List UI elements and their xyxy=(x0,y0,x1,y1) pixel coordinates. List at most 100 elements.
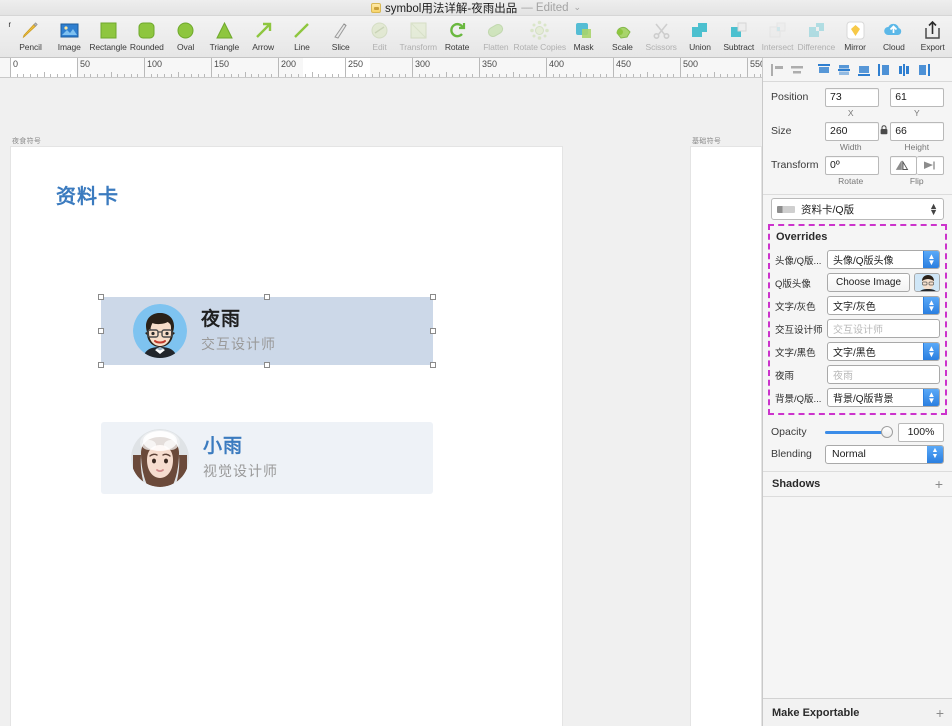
override-row: Q版头像 Choose Image xyxy=(773,271,942,294)
artboard-1[interactable]: 资料卡 夜雨 交互设计师 小雨 视觉设计师 xyxy=(10,146,563,726)
align-button-align-center-horizontal xyxy=(787,61,806,79)
popup-arrows-icon[interactable]: ▲ ▼ xyxy=(923,251,939,268)
popup-arrows-icon[interactable]: ▲ ▼ xyxy=(923,343,939,360)
position-y-input[interactable]: 61 xyxy=(890,87,944,107)
selection-handle-tc[interactable] xyxy=(264,294,270,300)
toolbar-button-image[interactable]: Image xyxy=(50,16,89,58)
toolbar-button-cloud[interactable]: Cloud xyxy=(874,16,913,58)
override-text-input[interactable]: 交互设计师 xyxy=(827,319,940,338)
make-exportable-row[interactable]: Make Exportable + xyxy=(763,698,952,726)
ruler-label: 0 xyxy=(13,59,19,69)
size-row: Size 260 66 xyxy=(763,120,952,142)
ruler-minor-tick xyxy=(298,74,300,77)
chevron-down-icon[interactable]: ⌄ xyxy=(574,2,582,13)
symbol-selector[interactable]: 资料卡/Q版 ▲ ▼ xyxy=(771,198,944,220)
opacity-slider[interactable] xyxy=(825,425,893,438)
align-button-distribute-center[interactable] xyxy=(894,61,913,79)
lock-icon[interactable] xyxy=(879,125,890,137)
mirror-icon xyxy=(844,18,867,41)
toolbar-button-mask[interactable]: Mask xyxy=(564,16,603,58)
toolbar-button-rectangle[interactable]: Rectangle xyxy=(89,16,128,58)
selection-handle-tl[interactable] xyxy=(98,294,104,300)
selection-handle-mr[interactable] xyxy=(430,328,436,334)
selection-handle-br[interactable] xyxy=(430,362,436,368)
toolbar-button-subtract[interactable]: Subtract xyxy=(719,16,758,58)
toolbar-button-arrow[interactable]: Arrow xyxy=(244,16,283,58)
align-button-distribute-right[interactable] xyxy=(914,61,933,79)
override-label: 头像/Q版... xyxy=(775,255,822,267)
rotate-input[interactable]: 0º xyxy=(825,155,879,175)
profile-card-2[interactable]: 小雨 视觉设计师 xyxy=(101,422,433,494)
size-height-input[interactable]: 66 xyxy=(890,121,944,141)
selection-handle-bl[interactable] xyxy=(98,362,104,368)
popup-arrows-icon[interactable]: ▲ ▼ xyxy=(923,389,939,406)
toolbar-button-vector[interactable]: r xyxy=(0,16,11,58)
selection-handle-tr[interactable] xyxy=(430,294,436,300)
toolbar-button-union[interactable]: Union xyxy=(681,16,720,58)
selection-handle-bc[interactable] xyxy=(264,362,270,368)
ruler-minor-tick xyxy=(539,74,541,77)
avatar-thumbnail[interactable] xyxy=(914,273,940,292)
ruler-minor-tick xyxy=(150,74,152,77)
flip-horizontal-icon[interactable] xyxy=(889,155,917,175)
blending-select[interactable]: Normal ▲ ▼ xyxy=(825,444,944,464)
card-role: 交互设计师 xyxy=(201,335,276,352)
ruler-minor-tick xyxy=(465,74,467,77)
toolbar-button-label: Edit xyxy=(372,42,387,52)
position-x-input[interactable]: 73 xyxy=(825,87,879,107)
artboard-label-2[interactable]: 基础符号 xyxy=(692,136,721,146)
popup-arrows-icon[interactable]: ▲ ▼ xyxy=(923,297,939,314)
horizontal-ruler[interactable]: 0 50 100 150 200 250 300 350 400 450 500 550 xyxy=(0,58,762,78)
override-select[interactable]: 头像/Q版头像 ▲ ▼ xyxy=(827,250,940,269)
toolbar-button-mirror[interactable]: Mirror xyxy=(836,16,875,58)
toolbar-button-line[interactable]: Line xyxy=(283,16,322,58)
size-label: Size xyxy=(771,125,792,137)
stepper-icon[interactable]: ▲ ▼ xyxy=(929,202,938,217)
ruler-label: 200 xyxy=(281,59,297,69)
ruler-minor-tick xyxy=(566,74,568,77)
artboard-label-1[interactable]: 夜食符号 xyxy=(12,136,41,146)
ruler-minor-tick xyxy=(318,74,320,77)
ruler-minor-tick xyxy=(385,74,387,77)
ruler-major-tick xyxy=(613,58,614,77)
position-y-sublabel: Y xyxy=(913,108,920,118)
artboard-2[interactable] xyxy=(690,146,762,726)
align-button-align-top[interactable] xyxy=(814,61,833,79)
blending-popup-arrows-icon[interactable]: ▲ ▼ xyxy=(927,445,943,463)
selection-handle-ml[interactable] xyxy=(98,328,104,334)
ruler-minor-tick xyxy=(190,74,192,77)
ruler-minor-tick xyxy=(237,74,239,77)
override-select[interactable]: 文字/黑色 ▲ ▼ xyxy=(827,342,940,361)
choose-image-button[interactable]: Choose Image xyxy=(827,273,910,292)
override-select[interactable]: 背景/Q版背景 ▲ ▼ xyxy=(827,388,940,407)
ruler-minor-tick xyxy=(552,74,554,77)
toolbar-button-export[interactable]: Export xyxy=(913,16,952,58)
toolbar-button-triangle[interactable]: Triangle xyxy=(205,16,244,58)
plus-icon[interactable]: + xyxy=(936,705,944,721)
flip-vertical-icon[interactable] xyxy=(917,155,944,175)
toolbar-button-pencil[interactable]: Pencil xyxy=(11,16,50,58)
ruler-minor-tick xyxy=(30,74,32,77)
plus-icon[interactable]: + xyxy=(935,476,943,492)
override-text-input[interactable]: 夜雨 xyxy=(827,365,940,384)
scissors-icon xyxy=(650,18,673,41)
size-width-input[interactable]: 260 xyxy=(825,121,879,141)
align-button-align-middle[interactable] xyxy=(834,61,853,79)
toolbar-button-rotate-copies: Rotate Copies xyxy=(513,16,566,58)
ruler-minor-tick xyxy=(512,72,514,77)
toolbar-button-rounded-rectangle[interactable]: Rounded xyxy=(127,16,166,58)
toolbar-button-label: Cloud xyxy=(883,42,905,52)
ruler-major-tick xyxy=(278,58,279,77)
align-button-distribute-left[interactable] xyxy=(874,61,893,79)
override-select[interactable]: 文字/灰色 ▲ ▼ xyxy=(827,296,940,315)
toolbar-button-scale[interactable]: Scale xyxy=(603,16,642,58)
profile-card-selected[interactable]: 夜雨 交互设计师 xyxy=(101,297,433,365)
ruler-minor-tick xyxy=(686,74,688,77)
toolbar-button-rotate[interactable]: Rotate xyxy=(438,16,477,58)
ruler-minor-tick xyxy=(579,72,581,77)
design-canvas[interactable]: 夜食符号 资料卡 夜雨 交互设计师 小雨 视觉设计师 基础符号 xyxy=(0,78,762,726)
toolbar-button-oval[interactable]: Oval xyxy=(166,16,205,58)
opacity-value-input[interactable]: 100% xyxy=(898,422,944,442)
align-button-align-bottom[interactable] xyxy=(854,61,873,79)
toolbar-button-slice[interactable]: Slice xyxy=(321,16,360,58)
